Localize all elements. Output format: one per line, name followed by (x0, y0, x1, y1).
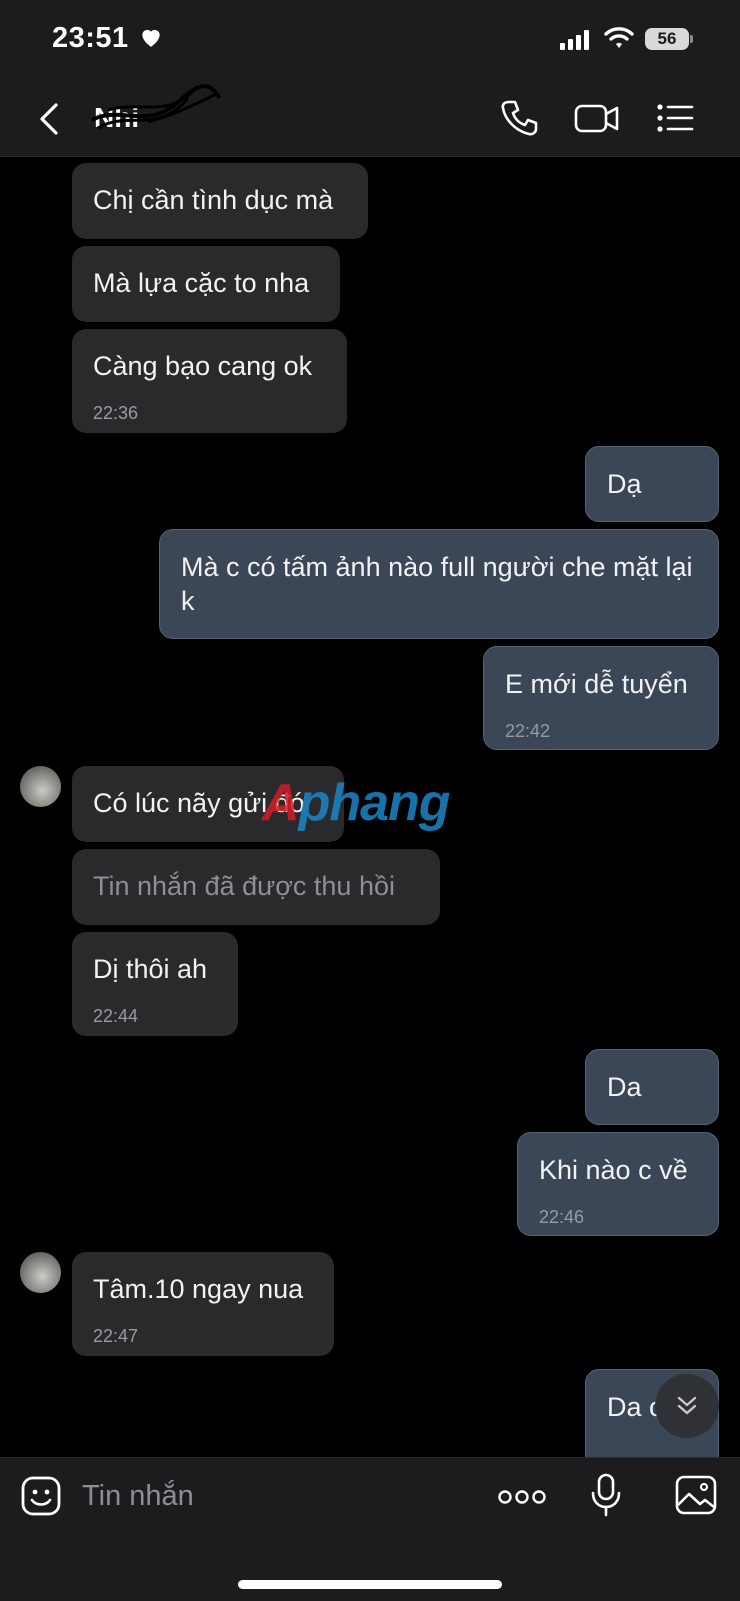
message-time: 22:36 (93, 403, 139, 423)
message-input[interactable]: Tin nhắn (82, 1480, 194, 1513)
home-indicator (238, 1580, 502, 1589)
message-bubble-incoming[interactable]: Tâm.10 ngay nua 22:47 (72, 1252, 334, 1356)
composer-bar: Tin nhắn (0, 1457, 740, 1601)
watermark-logo: Aphang (262, 773, 451, 833)
status-time: 23:51 (52, 22, 129, 54)
heart-icon (142, 29, 160, 47)
status-bar: 23:51 56 (0, 0, 740, 80)
message-bubble-outgoing[interactable]: E mới dễ tuyển 22:42 (483, 646, 719, 750)
message-text: Tin nhắn đã được thu hồi (93, 871, 395, 901)
message-bubble-outgoing[interactable]: Da (585, 1049, 719, 1125)
video-camera-icon[interactable] (574, 98, 620, 138)
message-bubble-outgoing[interactable]: Mà c có tấm ảnh nào full người che mặt l… (159, 529, 719, 639)
message-time: 22:42 (505, 721, 551, 741)
watermark-part: A (262, 774, 300, 832)
message-text: Mà c có tấm ảnh nào full người che mặt l… (181, 552, 693, 616)
list-menu-icon[interactable] (656, 98, 694, 138)
message-bubble-outgoing[interactable]: Khi nào c về 22:46 (517, 1132, 719, 1236)
message-time: 22:44 (93, 1006, 139, 1026)
message-text: E mới dễ tuyển (505, 669, 688, 699)
cellular-signal-icon (560, 30, 589, 50)
message-bubble-incoming[interactable]: Mà lựa cặc to nha (72, 246, 340, 322)
chat-header: Nhi (0, 80, 740, 157)
message-bubble-incoming[interactable]: Chị cần tình dục mà (72, 163, 368, 239)
message-time: 22:46 (539, 1207, 585, 1227)
message-text: Dạ (607, 469, 642, 499)
wifi-icon (604, 27, 634, 48)
double-chevron-down-icon (677, 1396, 697, 1415)
message-text: Chị cần tình dục mà (93, 185, 334, 215)
message-text: Dị thôi ah (93, 954, 208, 984)
battery-tip (690, 35, 693, 43)
message-text: Tâm.10 ngay nua (93, 1274, 304, 1304)
message-bubble-incoming[interactable]: Càng bạo cang ok 22:36 (72, 329, 347, 433)
scroll-to-bottom-button[interactable] (655, 1374, 719, 1438)
battery-indicator: 56 (645, 28, 689, 50)
avatar[interactable] (20, 766, 61, 807)
avatar[interactable] (20, 1252, 61, 1293)
recalled-message-bubble[interactable]: Tin nhắn đã được thu hồi (72, 849, 440, 925)
message-text: Mà lựa cặc to nha (93, 268, 310, 298)
image-icon[interactable] (674, 1474, 718, 1516)
phone-icon[interactable] (500, 98, 538, 138)
more-dots-icon[interactable] (498, 1488, 546, 1506)
message-time: 22:47 (93, 1326, 139, 1346)
message-bubble-incoming[interactable]: Dị thôi ah 22:44 (72, 932, 238, 1036)
message-text: Khi nào c về (539, 1155, 688, 1185)
watermark-part: phang (298, 774, 451, 832)
redaction-scribble (91, 84, 222, 130)
message-text: Càng bạo cang ok (93, 351, 313, 381)
microphone-icon[interactable] (589, 1472, 623, 1518)
sticker-face-icon[interactable] (20, 1475, 62, 1517)
message-bubble-outgoing[interactable]: Dạ (585, 446, 719, 522)
message-text: Da (607, 1072, 642, 1102)
chevron-left-icon[interactable] (36, 102, 64, 136)
